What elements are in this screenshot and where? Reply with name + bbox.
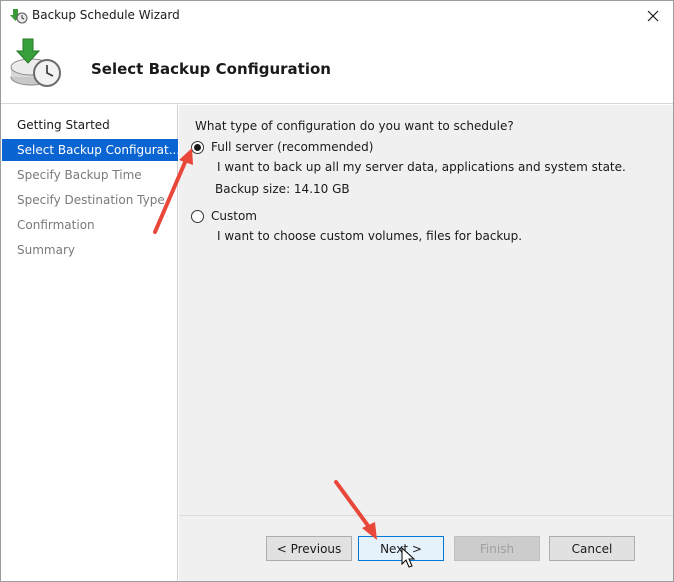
full-server-radio[interactable] (191, 140, 204, 154)
page-title: Select Backup Configuration (91, 60, 331, 78)
configuration-question: What type of configuration do you want t… (195, 119, 514, 133)
button-bar: < Previous Next > Finish Cancel (179, 515, 673, 581)
custom-description: I want to choose custom volumes, files f… (217, 229, 523, 243)
backup-disc-icon (9, 37, 63, 89)
wizard-window: Backup Schedule Wizard Select Backup Con… (0, 0, 674, 582)
content-panel: What type of configuration do you want t… (179, 105, 673, 515)
step-summary: Summary (17, 243, 75, 257)
previous-button[interactable]: < Previous (266, 536, 352, 561)
backup-clock-icon (10, 8, 28, 24)
cancel-button[interactable]: Cancel (549, 536, 635, 561)
close-icon (647, 10, 659, 22)
custom-label: Custom (211, 209, 257, 223)
step-select-backup-configuration[interactable]: Select Backup Configurat... (2, 139, 178, 161)
step-specify-destination-type: Specify Destination Type (17, 193, 165, 207)
full-server-description: I want to back up all my server data, ap… (217, 160, 626, 174)
step-confirmation: Confirmation (17, 218, 95, 232)
full-server-option[interactable]: Full server (recommended) (191, 140, 373, 154)
full-server-label: Full server (recommended) (211, 140, 374, 154)
backup-size: Backup size: 14.10 GB (215, 182, 350, 196)
close-button[interactable] (639, 3, 667, 29)
custom-option[interactable]: Custom (191, 209, 257, 223)
custom-radio[interactable] (191, 209, 204, 223)
window-title: Backup Schedule Wizard (32, 8, 180, 22)
step-getting-started[interactable]: Getting Started (2, 114, 178, 136)
wizard-steps: Getting Started Select Backup Configurat… (2, 105, 178, 581)
next-button[interactable]: Next > (358, 536, 444, 561)
title-bar: Backup Schedule Wizard (1, 1, 673, 31)
step-specify-backup-time: Specify Backup Time (17, 168, 142, 182)
finish-button: Finish (454, 536, 540, 561)
wizard-header: Select Backup Configuration (1, 31, 673, 104)
